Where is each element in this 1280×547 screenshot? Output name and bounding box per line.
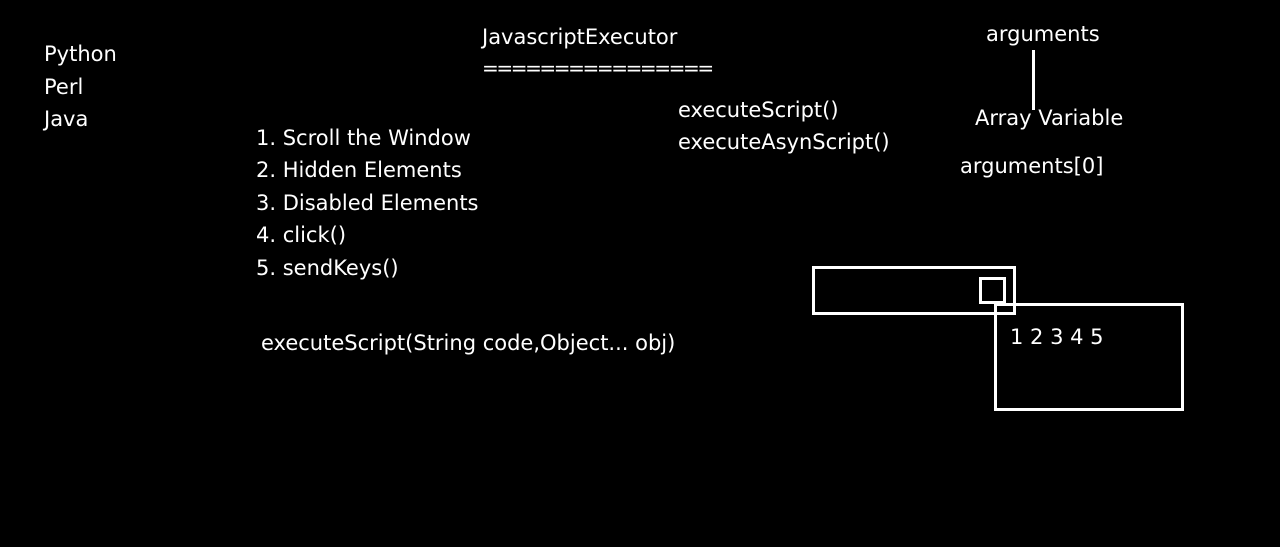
arguments-label: arguments xyxy=(986,22,1100,46)
values-rectangle xyxy=(994,303,1184,411)
values-label: 1 2 3 4 5 xyxy=(1010,325,1104,349)
execute-script-signature: executeScript(String code,Object... obj) xyxy=(261,331,676,355)
language-perl: Perl xyxy=(44,75,84,99)
title-javascriptexecutor: JavascriptExecutor xyxy=(482,25,678,49)
arguments-index-example: arguments[0] xyxy=(960,154,1104,178)
small-square xyxy=(979,277,1006,304)
language-python: Python xyxy=(44,42,117,66)
use-item-click: 4. click() xyxy=(256,223,347,247)
use-item-disabled-elements: 3. Disabled Elements xyxy=(256,191,479,215)
use-item-sendkeys: 5. sendKeys() xyxy=(256,256,399,280)
use-item-scroll-window: 1. Scroll the Window xyxy=(256,126,471,150)
use-item-hidden-elements: 2. Hidden Elements xyxy=(256,158,462,182)
language-java: Java xyxy=(44,107,89,131)
method-execute-async-script: executeAsynScript() xyxy=(678,130,890,154)
array-variable-label: Array Variable xyxy=(975,106,1124,130)
arguments-connector-line xyxy=(1032,50,1035,110)
title-underline: ================ xyxy=(482,56,714,80)
method-execute-script: executeScript() xyxy=(678,98,839,122)
